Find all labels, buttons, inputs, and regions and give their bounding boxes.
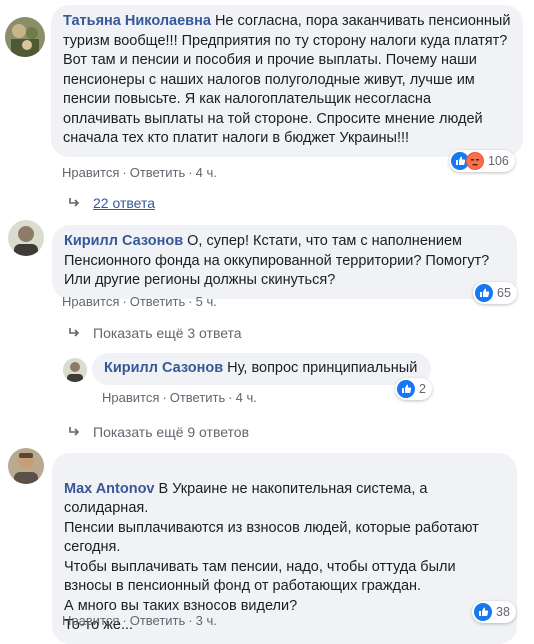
comment-actions: Нравится · Ответить · 4 ч. xyxy=(102,390,257,405)
reaction-summary[interactable]: 65 xyxy=(473,282,517,304)
separator: · xyxy=(122,294,127,309)
separator: · xyxy=(122,165,127,180)
comment-author[interactable]: Татьяна Николаевна xyxy=(63,13,211,29)
reaction-count: 106 xyxy=(488,154,509,168)
reply-arrow-icon xyxy=(69,328,80,337)
avatar[interactable] xyxy=(63,358,87,382)
like-button[interactable]: Нравится xyxy=(102,390,159,405)
reaction-count: 38 xyxy=(496,605,510,619)
comment-actions: Нравится · Ответить · 4 ч. xyxy=(62,165,217,180)
comment-time[interactable]: 5 ч. xyxy=(196,294,217,309)
reply-button[interactable]: Ответить xyxy=(170,390,226,405)
reply-button[interactable]: Ответить xyxy=(130,165,186,180)
comment-time[interactable]: 4 ч. xyxy=(236,390,257,405)
like-button[interactable]: Нравится xyxy=(62,613,119,628)
like-icon xyxy=(397,380,415,398)
avatar[interactable] xyxy=(8,220,44,256)
view-replies-link[interactable]: 22 ответа xyxy=(67,195,155,211)
like-icon xyxy=(475,284,493,302)
reaction-count: 2 xyxy=(419,382,426,396)
reply-arrow-icon xyxy=(69,198,80,207)
separator: · xyxy=(122,613,127,628)
comment-bubble: Кирилл Сазонов О, супер! Кстати, что там… xyxy=(52,225,517,299)
reaction-summary[interactable]: 106 xyxy=(449,150,515,172)
like-button[interactable]: Нравится xyxy=(62,294,119,309)
show-more-replies-link[interactable]: Показать ещё 9 ответов xyxy=(67,424,249,440)
comment-bubble: Татьяна Николаевна Не согласна, пора зак… xyxy=(51,5,523,157)
show-more-replies-label[interactable]: Показать ещё 3 ответа xyxy=(93,325,242,341)
reaction-summary[interactable]: 38 xyxy=(472,601,516,623)
show-more-replies-link[interactable]: Показать ещё 3 ответа xyxy=(67,325,242,341)
comment-author[interactable]: Max Antonov xyxy=(64,481,155,497)
separator: · xyxy=(188,613,193,628)
reaction-count: 65 xyxy=(497,286,511,300)
comment-text: В Украине не накопительная система, а со… xyxy=(64,480,479,634)
comment-actions: Нравится · Ответить · 5 ч. xyxy=(62,294,217,309)
separator: · xyxy=(188,165,193,180)
avatar[interactable] xyxy=(8,448,44,484)
comment-time[interactable]: 4 ч. xyxy=(196,165,217,180)
reply-button[interactable]: Ответить xyxy=(130,294,186,309)
reply-bubble: Кирилл Сазонов Ну, вопрос принципиальный xyxy=(92,353,431,385)
like-button[interactable]: Нравится xyxy=(62,165,119,180)
avatar[interactable] xyxy=(5,17,45,57)
view-replies-label[interactable]: 22 ответа xyxy=(93,195,155,211)
comment-actions: Нравится · Ответить · 3 ч. xyxy=(62,613,217,628)
reply-button[interactable]: Ответить xyxy=(130,613,186,628)
comment-time[interactable]: 3 ч. xyxy=(196,613,217,628)
comment-author[interactable]: Кирилл Сазонов xyxy=(104,360,223,376)
reply-arrow-icon xyxy=(69,427,80,436)
angry-icon xyxy=(466,152,484,170)
separator: · xyxy=(162,390,167,405)
separator: · xyxy=(188,294,193,309)
comment-text: Ну, вопрос принципиальный xyxy=(227,360,418,376)
separator: · xyxy=(228,390,233,405)
comment-text: Не согласна, пора заканчивать пенсионный… xyxy=(63,13,511,146)
comment-author[interactable]: Кирилл Сазонов xyxy=(64,233,183,249)
like-icon xyxy=(474,603,492,621)
show-more-replies-label[interactable]: Показать ещё 9 ответов xyxy=(93,424,249,440)
reaction-summary[interactable]: 2 xyxy=(395,378,432,400)
